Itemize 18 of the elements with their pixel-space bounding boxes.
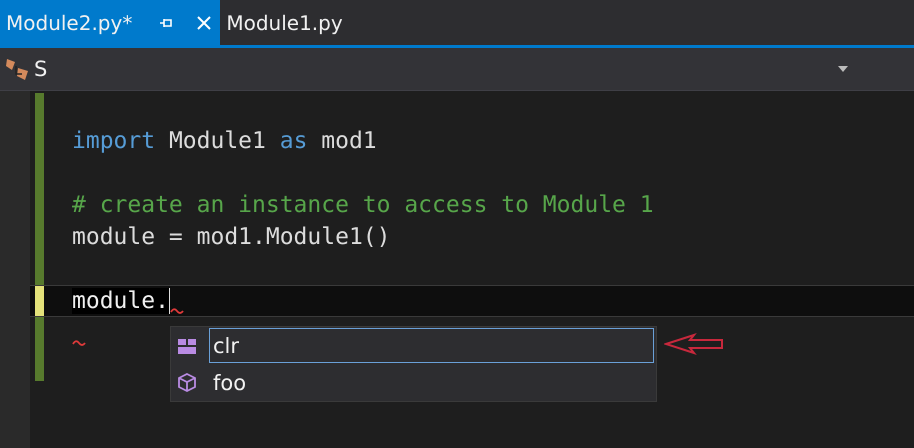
code-text: mod1: [320, 128, 377, 154]
editor-tab[interactable]: Module2.py*: [0, 0, 220, 45]
code-text: module = mod1.Module1(): [72, 224, 390, 250]
field-icon: [177, 336, 197, 354]
pointer-arrow: [664, 333, 724, 355]
code-keyword: as: [280, 128, 308, 154]
code-comment: # create an instance to access to Module 1: [72, 192, 654, 218]
cube-icon: [177, 372, 197, 392]
text-cursor: [168, 288, 170, 314]
close-icon[interactable]: [196, 14, 212, 30]
class-members-icon: [4, 56, 30, 82]
completion-item[interactable]: foo: [209, 365, 654, 400]
dropdown-caret-icon[interactable]: [838, 66, 848, 72]
completion-item[interactable]: clr: [209, 328, 654, 363]
scope-label[interactable]: S: [34, 57, 48, 81]
code-text: Module1: [168, 128, 267, 154]
code-text: module.: [72, 288, 169, 314]
code-keyword: import: [72, 128, 156, 154]
